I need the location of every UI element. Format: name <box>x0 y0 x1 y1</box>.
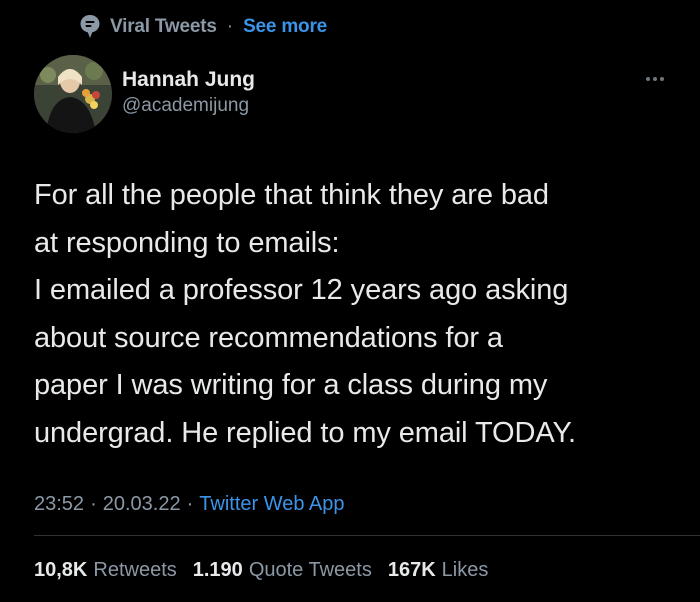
tweet-meta: 23:52 · 20.03.22 · Twitter Web App <box>34 489 345 519</box>
quote-tweets-label[interactable]: Quote Tweets <box>249 559 372 582</box>
tweet-date[interactable]: 20.03.22 <box>103 493 181 516</box>
tweet-line: about source recommendations for a <box>34 321 503 354</box>
tweet-stats: 10,8K Retweets 1.190 Quote Tweets 167K L… <box>34 555 504 585</box>
dot <box>653 77 657 81</box>
separator: · <box>226 16 234 37</box>
dot <box>646 77 650 81</box>
source-app-link[interactable]: Twitter Web App <box>199 493 344 516</box>
quote-tweets-count[interactable]: 1.190 <box>193 559 243 582</box>
tweet-text: For all the people that think they are b… <box>34 172 674 457</box>
author-names: Hannah Jung @academijung <box>122 67 255 119</box>
separator: · <box>186 492 194 515</box>
more-options-icon[interactable] <box>640 69 670 89</box>
handle[interactable]: @academijung <box>122 93 255 119</box>
tweet-line: I emailed a professor 12 years ago askin… <box>34 274 569 306</box>
retweets-label[interactable]: Retweets <box>93 559 176 582</box>
topic-label: Viral Tweets <box>110 16 217 37</box>
author-header: Hannah Jung @academijung <box>34 55 674 135</box>
tweet-line: at responding to emails: <box>34 226 340 259</box>
avatar[interactable] <box>34 55 112 133</box>
display-name[interactable]: Hannah Jung <box>122 67 255 93</box>
divider <box>34 535 700 536</box>
tweet-line: For all the people that think they are b… <box>34 179 549 211</box>
separator: · <box>90 492 97 515</box>
likes-count[interactable]: 167K <box>388 559 436 582</box>
topic-bubble-icon <box>78 14 102 40</box>
retweets-count[interactable]: 10,8K <box>34 559 87 582</box>
dot <box>660 77 664 81</box>
tweet-time[interactable]: 23:52 <box>34 493 84 516</box>
tweet-line: paper I was writing for a class during m… <box>34 369 548 401</box>
likes-label[interactable]: Likes <box>442 559 489 582</box>
see-more-link[interactable]: See more <box>243 16 327 38</box>
tweet-line: undergrad. He replied to my email TODAY. <box>34 416 576 449</box>
social-context: Viral Tweets · See more <box>78 12 327 42</box>
